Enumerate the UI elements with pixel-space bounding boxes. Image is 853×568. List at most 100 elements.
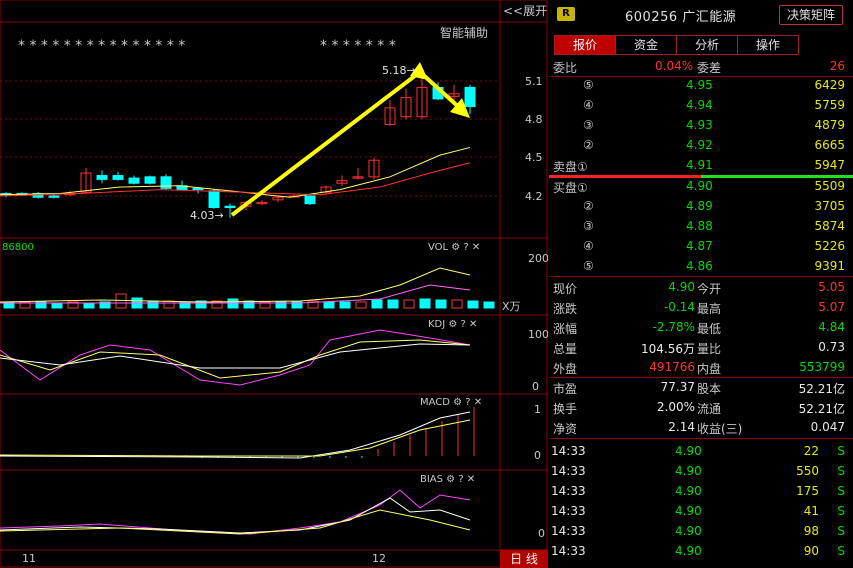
tick-time: 14:33: [551, 524, 586, 538]
volume-bar: [243, 300, 255, 309]
smart-assist-label: 智能辅助: [440, 25, 488, 40]
macd-panel-label: MACD ⚙ ? ✕: [420, 397, 482, 408]
tick-row: 14:33 4.90 98 S: [549, 522, 853, 542]
price-tick-label: 4.5: [525, 151, 543, 164]
macd-tick-label: 0: [534, 449, 541, 462]
vol-ma-line: [0, 267, 471, 303]
buy-order-volume: 3705: [814, 199, 845, 213]
candle-body: [112, 175, 124, 180]
low-annotation: 4.03→: [190, 209, 224, 222]
buy-order-row: ④ 4.87 5226: [549, 237, 853, 257]
volume-bar: [403, 299, 415, 309]
candle-body: [208, 190, 220, 208]
fundamental-row: 换手 2.00% 流通 52.21亿: [549, 398, 853, 418]
vol-tick-label: 200: [528, 252, 548, 265]
kdj-tick-label: 0: [532, 380, 539, 393]
period-tag[interactable]: 日 线: [500, 550, 548, 568]
quote-row: 涨幅 -2.78% 最低 4.84: [549, 318, 853, 338]
trend-arrow-down: [418, 70, 464, 112]
price-tick-label: 4.8: [525, 113, 543, 126]
volume-bar: [163, 300, 175, 309]
fundamental-label: 市盈: [553, 382, 578, 396]
vol-panel-label: VOL ⚙ ? ✕: [428, 242, 480, 253]
buy-order-price: 4.86: [686, 259, 713, 273]
ratio-diff-label: 委差: [697, 61, 722, 75]
tab-funds[interactable]: 资金: [615, 35, 677, 55]
volume-bar: [483, 301, 495, 309]
bias-panel-label: BIAS ⚙ ? ✕: [420, 474, 475, 485]
tab-operation[interactable]: 操作: [737, 35, 799, 55]
tick-time: 14:33: [551, 504, 586, 518]
sell-order-price: 4.93: [686, 118, 713, 132]
sell-order-price: 4.94: [686, 98, 713, 112]
tick-side: S: [837, 484, 845, 498]
tick-price: 4.90: [675, 444, 702, 458]
quote-value: -2.78%: [652, 320, 695, 334]
fundamental-value: 2.00%: [656, 400, 695, 414]
quote-label: 最高: [697, 302, 722, 316]
stock-header: R 600256 广汇能源 决策矩阵: [549, 0, 853, 34]
tab-analysis[interactable]: 分析: [676, 35, 738, 55]
fundamental-label: 流通: [697, 402, 722, 416]
tick-time: 14:33: [551, 544, 586, 558]
macd-tick-label: 1: [534, 403, 541, 416]
tick-price: 4.90: [675, 504, 702, 518]
price-tick-label: 5.1: [525, 75, 543, 88]
stock-code-name: 600256 广汇能源: [625, 10, 737, 25]
ma-line: [0, 146, 471, 198]
ratio-label: 委比: [553, 61, 578, 75]
kline-chart-area[interactable]: <<展开 智能辅助 * * * * * * * * * * * * * * * * *…: [0, 0, 548, 568]
tick-volume: 22: [803, 444, 819, 458]
candle-body: [128, 177, 140, 184]
tick-side: S: [837, 464, 845, 478]
quote-value: 4.84: [818, 320, 845, 334]
buy-order-level: ③: [583, 219, 594, 233]
quote-label: 外盘: [553, 362, 578, 376]
tick-volume: 175: [796, 484, 819, 498]
quote-row: 外盘 491766 内盘 553799: [549, 358, 853, 378]
candle-body: [96, 175, 108, 180]
fundamental-label: 净资: [553, 422, 578, 436]
rights-badge: R: [557, 7, 575, 21]
macd-line: [0, 419, 471, 457]
candle-body: [144, 176, 156, 184]
tick-side: S: [837, 504, 845, 518]
buy-order-volume: 5874: [814, 219, 845, 233]
x-axis-label: 11: [22, 552, 36, 565]
quote-row: 总量 104.56万 量比 0.73: [549, 338, 853, 358]
buy-order-row: 买盘① 4.90 5509: [549, 177, 853, 197]
sell-order-volume: 6429: [814, 78, 845, 92]
quote-label: 量比: [697, 342, 722, 356]
bias-tick-label: 0: [538, 527, 545, 540]
sell-order-level: ③: [583, 118, 594, 132]
fundamental-value: 52.21亿: [798, 402, 845, 416]
decision-matrix-button[interactable]: 决策矩阵: [779, 5, 843, 25]
volume-bar: [83, 302, 95, 309]
sell-order-level: ④: [583, 98, 594, 112]
buy-order-price: 4.90: [686, 179, 713, 193]
volume-bar: [435, 299, 447, 309]
tick-price: 4.90: [675, 544, 702, 558]
quote-value: 553799: [799, 360, 845, 374]
bias-line: [0, 497, 471, 534]
tab-quote[interactable]: 报价: [554, 35, 616, 55]
tick-volume: 90: [803, 544, 819, 558]
sell-order-volume: 6665: [814, 138, 845, 152]
sell-order-row: ③ 4.93 4879: [549, 116, 853, 136]
tick-side: S: [837, 524, 845, 538]
buy-order-price: 4.88: [686, 219, 713, 233]
volume-bar: [339, 301, 351, 309]
quote-value: 5.05: [818, 280, 845, 294]
quote-row: 涨跌 -0.14 最高 5.07: [549, 298, 853, 318]
ratio-diff-value: 26: [829, 59, 845, 73]
fundamental-value: 0.047: [810, 420, 845, 434]
volume-bar: [387, 299, 399, 309]
bias-line: [0, 509, 471, 535]
quote-value: 491766: [649, 360, 695, 374]
candle-body: [192, 187, 204, 191]
tick-price: 4.90: [675, 524, 702, 538]
kline-chart[interactable]: <<展开智能辅助 * * * * * * * * * * * * * * * * *…: [0, 0, 548, 568]
tick-row: 14:33 4.90 550 S: [549, 462, 853, 482]
candle-body: [304, 195, 316, 205]
buy-order-volume: 5226: [814, 239, 845, 253]
